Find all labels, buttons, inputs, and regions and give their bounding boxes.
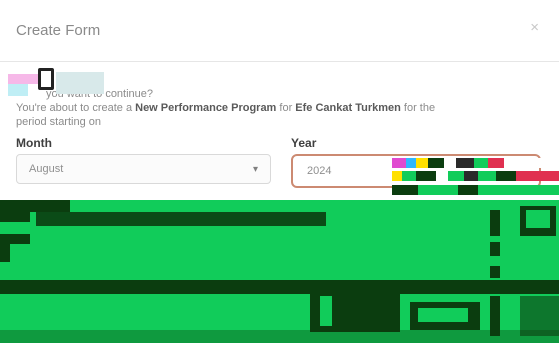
modal-title: Create Form [16,22,101,39]
employee-name: Efe Cankat Turkmen [295,102,401,114]
close-icon[interactable]: × [530,20,539,35]
month-field: Month August ▾ [16,136,271,188]
month-select[interactable]: August ▾ [16,154,271,184]
confirm-description: You're about to create a New Performance… [16,102,436,114]
program-name: New Performance Program [135,102,277,114]
image-artifact [8,68,104,98]
create-form-modal: Create Form × you want to continue? You'… [0,0,559,343]
month-label: Month [16,136,52,150]
year-value: 2024 [307,165,332,177]
year-label: Year [291,136,317,150]
modal-header: Create Form × [0,0,559,62]
month-value: August [29,163,64,175]
image-artifact [0,200,559,343]
image-artifact [392,158,559,198]
chevron-down-icon: ▾ [252,163,258,175]
confirm-description-end: period starting on [16,116,101,128]
